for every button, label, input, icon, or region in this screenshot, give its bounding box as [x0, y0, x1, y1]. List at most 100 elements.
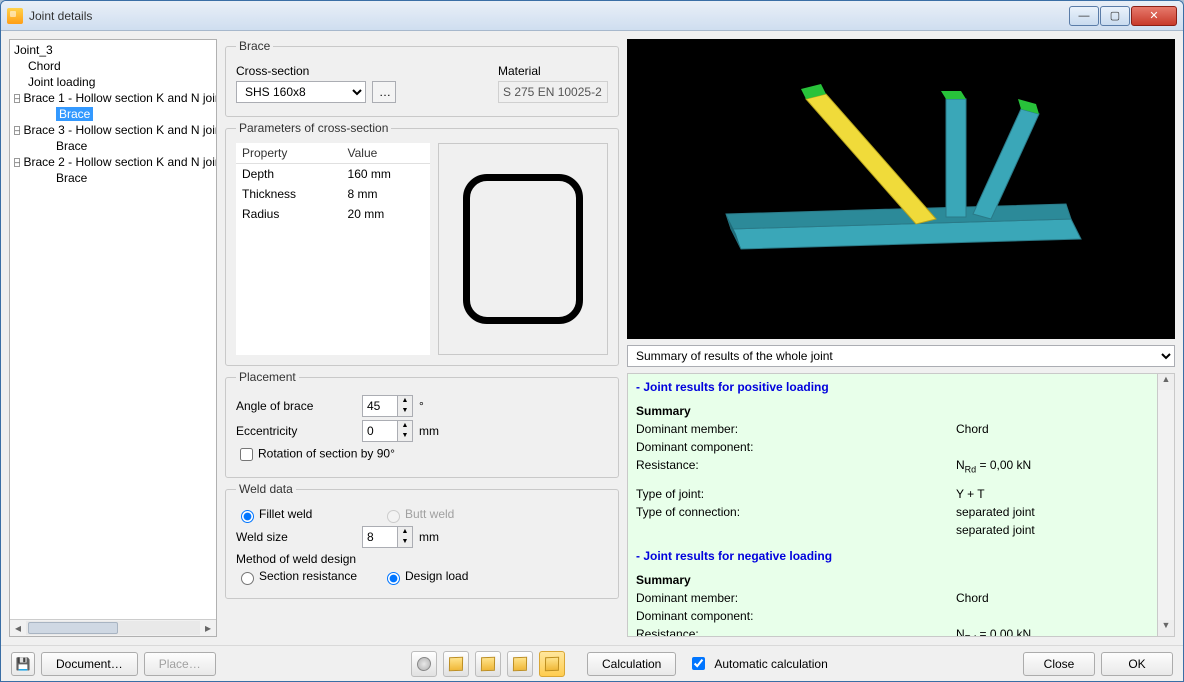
collapse-icon[interactable]: – [14, 158, 20, 167]
globe-icon [417, 656, 431, 670]
minimize-button[interactable]: — [1069, 6, 1099, 26]
col-property: Property [236, 143, 342, 164]
angle-spinner[interactable]: ▲▼ [362, 395, 413, 417]
ecc-input[interactable] [362, 420, 398, 442]
footer: 💾 Document… Place… Calculation Automatic… [1, 645, 1183, 681]
method-label: Method of weld design [236, 552, 608, 566]
tree-node-root[interactable]: Joint_3 [10, 42, 216, 58]
scroll-right-icon[interactable]: ▸ [200, 621, 216, 635]
spin-up-icon[interactable]: ▲ [398, 396, 412, 406]
cross-section-select[interactable]: SHS 160x8 [236, 81, 366, 103]
rotation-checkbox-label[interactable]: Rotation of section by 90° [236, 445, 395, 464]
spin-down-icon[interactable]: ▼ [398, 406, 412, 416]
view-front-button[interactable] [443, 651, 469, 677]
butt-radio-label: Butt weld [382, 507, 454, 523]
placement-group: Placement Angle of brace ▲▼ ° Eccentrici… [225, 370, 619, 478]
angle-label: Angle of brace [236, 399, 356, 413]
collapse-icon[interactable]: – [14, 94, 20, 103]
autocalc-checkbox[interactable] [692, 657, 705, 670]
design-load-radio[interactable] [387, 572, 400, 585]
tree-node-brace2[interactable]: –Brace 2 - Hollow section K and N joint [10, 154, 216, 170]
tree-node-chord[interactable]: Chord [10, 58, 216, 74]
cube-icon [481, 656, 495, 670]
material-label: Material [498, 64, 608, 78]
client-area: Joint_3 Chord Joint loading –Brace 1 - H… [1, 31, 1183, 645]
titlebar: Joint details — ▢ ✕ [1, 1, 1183, 31]
middle-column: Brace Cross-section Material SHS 160x8 …… [225, 39, 619, 637]
tree-h-scrollbar[interactable]: ◂ ▸ [10, 619, 216, 636]
tree-node-brace1-brace[interactable]: Brace [10, 106, 216, 122]
scroll-up-icon[interactable]: ▲ [1158, 374, 1174, 390]
save-icon: 💾 [16, 657, 31, 671]
results-summary-select[interactable]: Summary of results of the whole joint [627, 345, 1175, 367]
weld-size-spinner[interactable]: ▲▼ [362, 526, 413, 548]
scroll-track[interactable] [26, 621, 200, 635]
fillet-radio[interactable] [241, 510, 254, 523]
scroll-thumb[interactable] [28, 622, 118, 634]
render-3d-view[interactable] [627, 39, 1175, 339]
calculation-button[interactable]: Calculation [587, 652, 676, 676]
place-button: Place… [144, 652, 216, 676]
weld-legend: Weld data [236, 482, 296, 496]
left-column: Joint_3 Chord Joint loading –Brace 1 - H… [9, 39, 217, 637]
parameters-legend: Parameters of cross-section [236, 121, 391, 135]
tree-node-brace3[interactable]: –Brace 3 - Hollow section K and N joint [10, 122, 216, 138]
tree-node-brace3-brace[interactable]: Brace [10, 138, 216, 154]
scroll-left-icon[interactable]: ◂ [10, 621, 26, 635]
section-preview [438, 143, 608, 355]
autocalc-label[interactable]: Automatic calculation [688, 654, 827, 673]
scroll-track[interactable] [1158, 390, 1174, 620]
view-iso-button[interactable] [539, 651, 565, 677]
joint-tree[interactable]: Joint_3 Chord Joint loading –Brace 1 - H… [10, 40, 216, 619]
parameters-group: Parameters of cross-section Property Val… [225, 121, 619, 366]
section-res-radio[interactable] [241, 572, 254, 585]
spin-down-icon[interactable]: ▼ [398, 431, 412, 441]
section-res-radio-label[interactable]: Section resistance [236, 569, 376, 585]
collapse-icon[interactable]: – [14, 126, 20, 135]
table-row: Depth160 mm [236, 164, 430, 185]
butt-radio [387, 510, 400, 523]
col-value: Value [342, 143, 430, 164]
window-title: Joint details [29, 9, 1069, 23]
weld-group: Weld data Fillet weld Butt weld Weld siz… [225, 482, 619, 599]
ecc-label: Eccentricity [236, 424, 356, 438]
ok-button[interactable]: OK [1101, 652, 1173, 676]
angle-input[interactable] [362, 395, 398, 417]
material-field [498, 81, 608, 103]
parameters-table: Property Value Depth160 mm Thickness8 mm… [236, 143, 430, 355]
ecc-spinner[interactable]: ▲▼ [362, 420, 413, 442]
results-summary-heading: Summary [636, 571, 1149, 589]
cross-section-label: Cross-section [236, 64, 356, 78]
document-button[interactable]: Document… [41, 652, 138, 676]
close-window-button[interactable]: ✕ [1131, 6, 1177, 26]
rotation-checkbox[interactable] [240, 448, 253, 461]
view-top-button[interactable] [507, 651, 533, 677]
weld-size-input[interactable] [362, 526, 398, 548]
design-load-radio-label[interactable]: Design load [382, 569, 468, 585]
tree-node-brace1[interactable]: –Brace 1 - Hollow section K and N joint [10, 90, 216, 106]
close-button[interactable]: Close [1023, 652, 1095, 676]
spin-down-icon[interactable]: ▼ [398, 537, 412, 547]
spin-up-icon[interactable]: ▲ [398, 527, 412, 537]
table-row: Radius20 mm [236, 204, 430, 224]
spin-up-icon[interactable]: ▲ [398, 421, 412, 431]
scroll-down-icon[interactable]: ▼ [1158, 620, 1174, 636]
view-side-button[interactable] [475, 651, 501, 677]
maximize-button[interactable]: ▢ [1100, 6, 1130, 26]
fillet-radio-label[interactable]: Fillet weld [236, 507, 376, 523]
brace-group: Brace Cross-section Material SHS 160x8 … [225, 39, 619, 117]
results-v-scrollbar[interactable]: ▲ ▼ [1157, 374, 1174, 636]
cube-icon [545, 656, 559, 670]
results-pos-header: - Joint results for positive loading [636, 378, 1149, 396]
joint-3d-icon [627, 39, 1175, 339]
right-column: Summary of results of the whole joint - … [627, 39, 1175, 637]
brace-legend: Brace [236, 39, 273, 53]
view-globe-button[interactable] [411, 651, 437, 677]
save-button[interactable]: 💾 [11, 652, 35, 676]
cube-icon [513, 656, 527, 670]
window-controls: — ▢ ✕ [1069, 6, 1177, 26]
tree-node-joint-loading[interactable]: Joint loading [10, 74, 216, 90]
tree-node-brace2-brace[interactable]: Brace [10, 170, 216, 186]
results-summary-heading: Summary [636, 402, 1149, 420]
cross-section-browse-button[interactable]: … [372, 81, 396, 103]
